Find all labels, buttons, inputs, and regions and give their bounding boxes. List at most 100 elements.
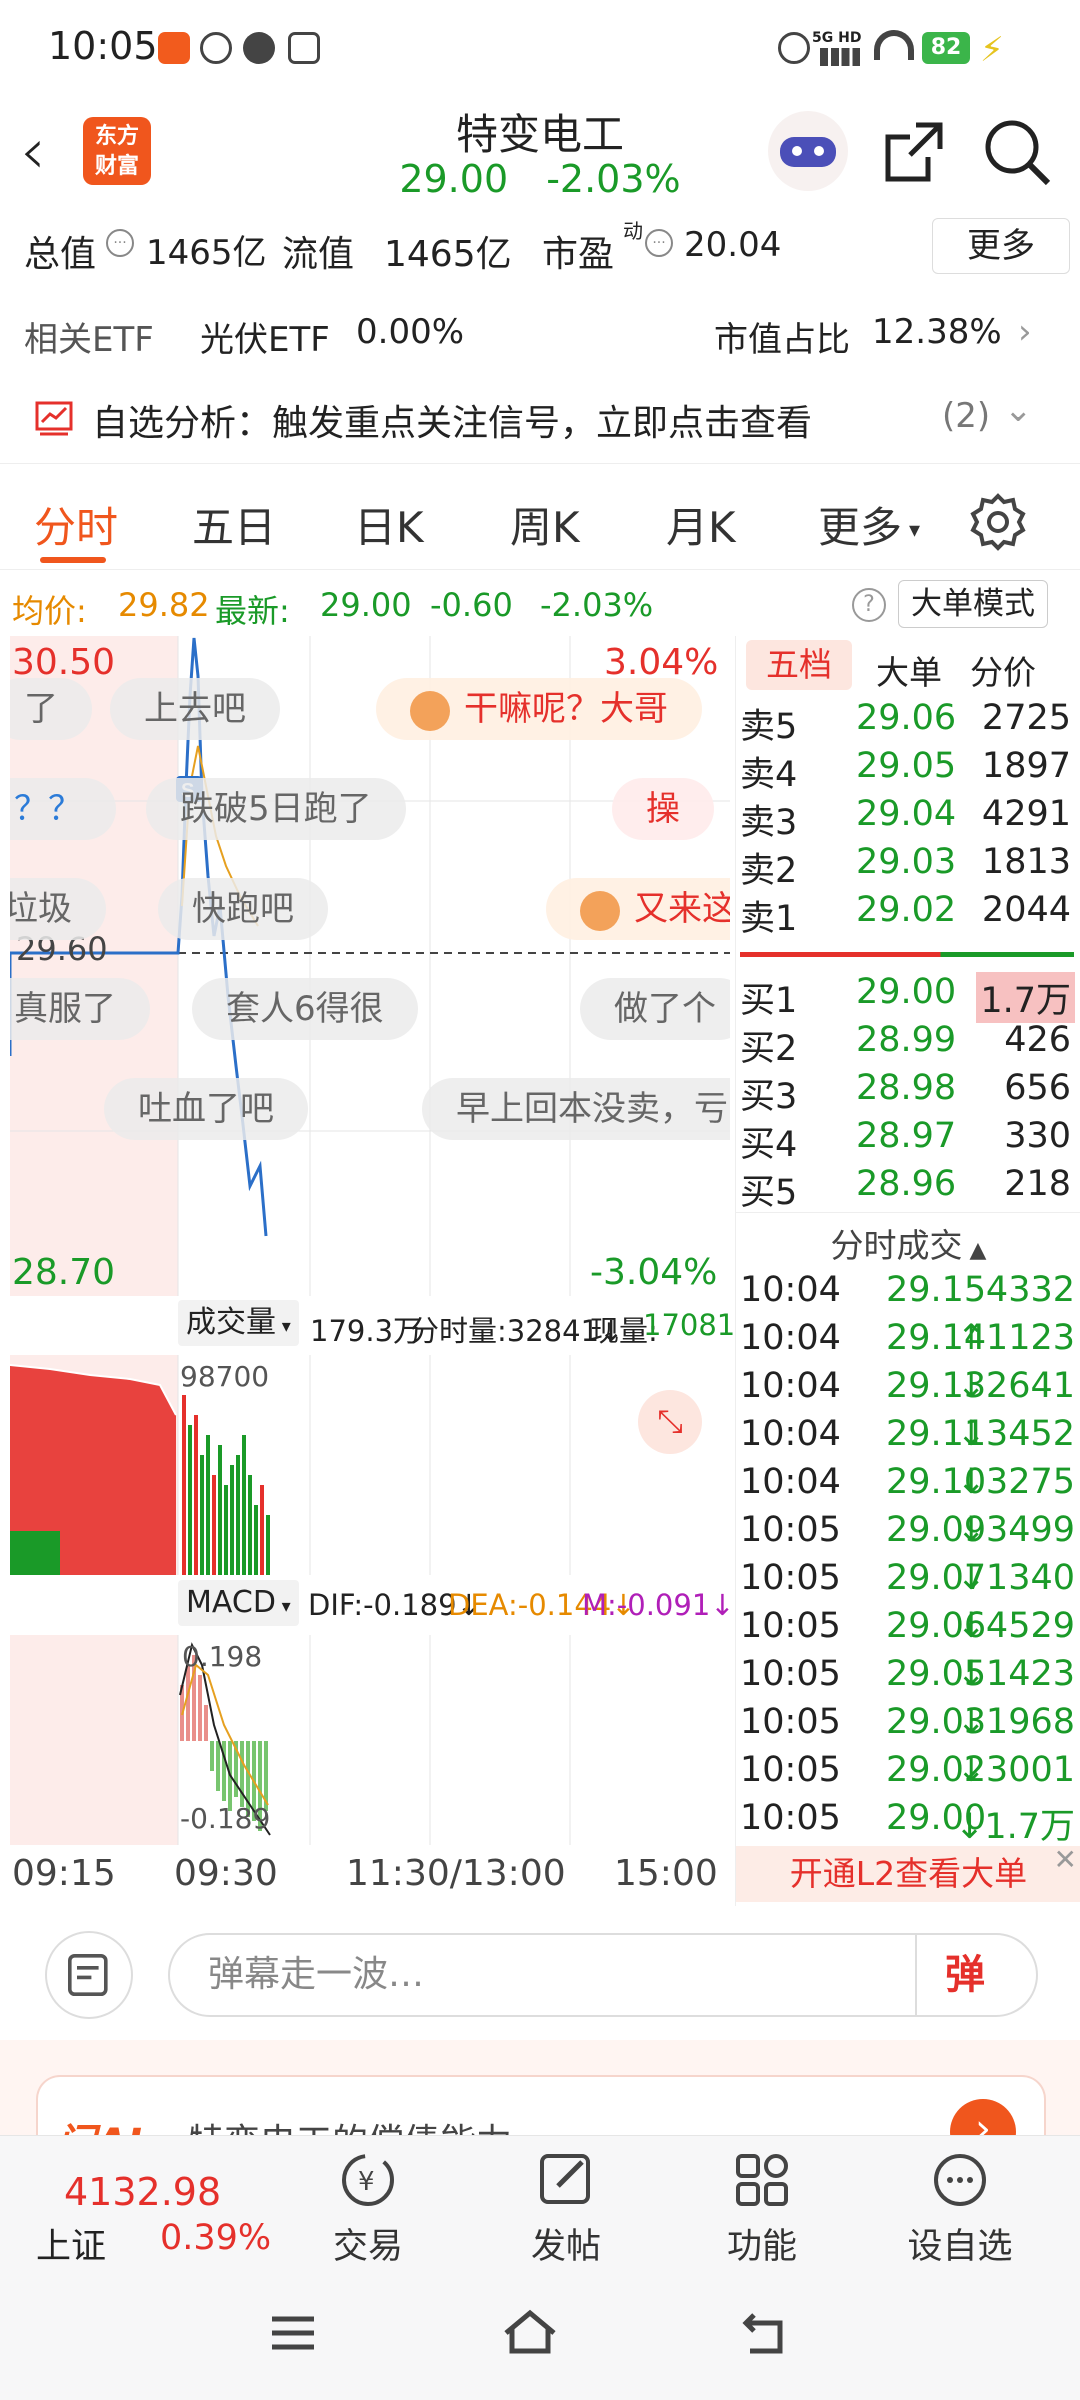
danmaku-item[interactable]: ？？	[10, 778, 116, 840]
index-name: 上证	[36, 2227, 107, 2267]
home-icon[interactable]	[500, 2307, 560, 2357]
danmaku-item[interactable]: 早上回本没卖，亏	[422, 1078, 730, 1140]
alert-banner[interactable]: 自选分析：触发重点关注信号，立即点击查看 (2) ⌄	[0, 378, 1080, 464]
danmaku-item[interactable]: 吐血了吧	[104, 1078, 308, 1140]
ask-label: 卖1	[740, 899, 798, 939]
danmaku-item-highlight[interactable]: 干嘛呢？大哥	[376, 678, 702, 740]
volume-chart-svg	[10, 1355, 571, 1575]
nav-trade-label: 交易	[332, 2227, 403, 2267]
intraday-chart[interactable]: S 30.50 3.04% 29.60 28.70 -3.04% 了 上去吧 干…	[10, 636, 730, 1296]
danmaku-item[interactable]: 了	[10, 678, 92, 740]
info-icon[interactable]: ···	[106, 229, 134, 257]
danmaku-item[interactable]: 快跑吧	[158, 878, 328, 940]
trade-volume: ↓3275	[956, 1462, 1075, 1502]
tab-big-orders[interactable]: 大单	[876, 646, 942, 694]
trade-price: 29.15	[886, 1270, 987, 1310]
bid-row: 买2 28.99 426	[736, 1016, 1080, 1069]
ask-row: 卖1 29.02 2044	[736, 886, 1080, 939]
tab-monthly-k[interactable]: 月K	[666, 494, 736, 555]
danmaku-item-highlight[interactable]: 又来这	[546, 878, 730, 940]
nav-post-label: 发帖	[530, 2227, 601, 2267]
index-ticker[interactable]: 4132.98 上证 0.39%	[20, 2156, 280, 2267]
l2-upgrade-banner[interactable]: 开通L2查看大单 ✕	[736, 1843, 1080, 1902]
danmaku-item[interactable]: 操	[612, 778, 714, 840]
tab-price-volume[interactable]: 分价	[970, 646, 1036, 694]
etf-pct: 0.00%	[356, 312, 465, 352]
macd-selector[interactable]: MACD ▾	[178, 1580, 299, 1626]
danmaku-item[interactable]: 上去吧	[110, 678, 280, 740]
trade-row: 10:05 29.03 ↓1968	[736, 1698, 1080, 1746]
danmaku-item[interactable]: 套人6得很	[192, 978, 418, 1040]
trade-row: 10:05 29.09 ↓3499	[736, 1506, 1080, 1554]
more-stats-button[interactable]: 更多	[932, 218, 1070, 274]
danmaku-item[interactable]: 垃圾	[10, 878, 106, 940]
nav-add-watchlist[interactable]: 设自选	[890, 2148, 1030, 2269]
caret-up-icon: ▲	[962, 1238, 987, 1263]
danmaku-item[interactable]: 做了个	[580, 978, 730, 1040]
macd-m: M:-0.091↓	[582, 1588, 735, 1622]
danmaku-item[interactable]: 跌破5日跑了	[146, 778, 406, 840]
nav-post[interactable]: 发帖	[496, 2148, 636, 2269]
send-danmaku-button[interactable]: 弹	[915, 1935, 1035, 2015]
total-value: 1465亿	[146, 233, 267, 273]
orderbook-tabs: 五档 大单 分价	[736, 636, 1080, 692]
trade-volume: ↓3452	[956, 1414, 1075, 1454]
ask-price: 29.05	[856, 746, 957, 786]
alert-text: 自选分析：触发重点关注信号，立即点击查看	[92, 403, 813, 444]
chart-alert-icon	[35, 401, 73, 436]
danmaku-item[interactable]: 真服了	[10, 978, 150, 1040]
trades-header[interactable]: 分时成交 ▲	[736, 1212, 1080, 1265]
trade-row: 10:05 29.07 ↓1340	[736, 1554, 1080, 1602]
tab-more[interactable]: 更多 ▾	[818, 494, 920, 555]
nav-trade[interactable]: ¥ 交易	[298, 2148, 438, 2269]
danmaku-settings-icon[interactable]	[45, 1931, 133, 2019]
tab-weekly-k[interactable]: 周K	[510, 494, 580, 555]
trade-row: 10:04 29.10 ↓3275	[736, 1458, 1080, 1506]
nav-functions[interactable]: 功能	[692, 2148, 832, 2269]
bid-row: 买4 28.97 330	[736, 1112, 1080, 1165]
bid-volume: 426	[1004, 1020, 1071, 1060]
charging-icon: ⚡	[980, 30, 1004, 70]
status-bar: 10:05 5G HD 82 ⚡	[0, 0, 1080, 95]
danmaku-input[interactable]: 弹幕走一波…	[168, 1933, 1038, 2017]
help-icon[interactable]: ?	[852, 588, 886, 622]
settings-gear-icon[interactable]	[968, 492, 1028, 552]
wifi-icon	[874, 30, 914, 60]
bid-row: 买3 28.98 656	[736, 1064, 1080, 1117]
tab-intraday[interactable]: 分时	[34, 494, 118, 555]
back-nav-icon[interactable]	[740, 2307, 790, 2357]
bid-volume: 218	[1004, 1164, 1071, 1204]
pe-value: 20.04	[684, 225, 782, 265]
trade-row: 10:04 29.15 4332	[736, 1266, 1080, 1314]
etf-label: 相关ETF	[24, 320, 154, 360]
trade-row: 10:05 29.06 ↓4529	[736, 1602, 1080, 1650]
tab-five-day[interactable]: 五日	[192, 494, 276, 555]
trade-time: 10:04	[740, 1318, 841, 1358]
caret-down-icon: ▾	[275, 1596, 291, 1617]
time-tick: 09:15	[12, 1853, 116, 1894]
big-order-mode-button[interactable]: 大单模式	[898, 580, 1048, 628]
volume-max: 98700	[180, 1360, 270, 1393]
search-icon[interactable]	[982, 117, 1052, 187]
ai-assistant-icon[interactable]	[768, 111, 848, 191]
volume-selector[interactable]: 成交量 ▾	[178, 1300, 299, 1346]
pe-info-icon[interactable]: ···	[645, 229, 673, 257]
macd-chart-svg	[10, 1635, 571, 1845]
volume-label: 成交量	[186, 1305, 276, 1340]
float-label: 流值	[282, 234, 355, 275]
macd-top: 0.198	[182, 1640, 263, 1673]
avg-price: 29.82	[118, 586, 210, 624]
etf-row[interactable]: 相关ETF 光伏ETF 0.00% 市值占比 12.38% ›	[0, 300, 1080, 370]
macd-label: MACD	[186, 1585, 276, 1620]
trade-time: 10:05	[740, 1702, 841, 1742]
grid-icon	[736, 2154, 788, 2206]
tab-daily-k[interactable]: 日K	[354, 494, 424, 555]
tab-five-levels[interactable]: 五档	[746, 640, 852, 690]
expand-icon[interactable]: ⤡	[638, 1390, 702, 1454]
trade-volume: ↓2641	[956, 1366, 1075, 1406]
trade-time: 10:04	[740, 1366, 841, 1406]
close-icon[interactable]: ✕	[1054, 1832, 1077, 1888]
menu-icon[interactable]	[268, 2313, 318, 2353]
edit-icon	[540, 2154, 590, 2204]
share-icon[interactable]	[880, 117, 950, 187]
